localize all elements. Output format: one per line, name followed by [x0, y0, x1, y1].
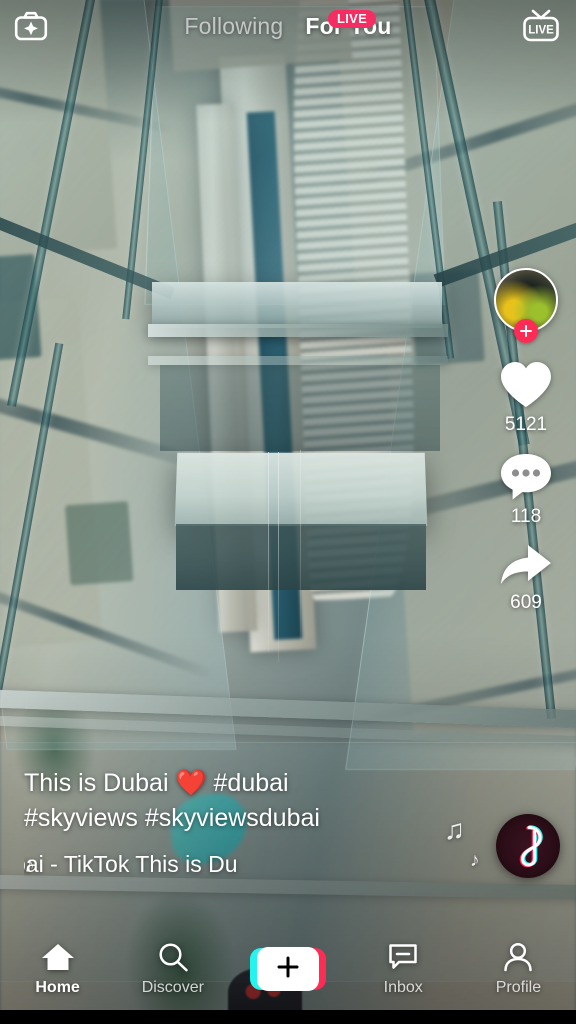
caption-block: This is Dubai ❤️ #dubai #skyviews #skyvi…: [24, 766, 424, 878]
bottom-nav: Home Discover Inbox Profile: [0, 928, 576, 1010]
like-button[interactable]: 5121: [498, 358, 554, 436]
nav-item-inbox[interactable]: Inbox: [346, 942, 461, 997]
creator-avatar-button[interactable]: [494, 268, 558, 343]
top-bar: Following For You LIVE LIVE: [0, 0, 576, 52]
comment-button[interactable]: 118: [499, 450, 553, 528]
share-count: 609: [510, 592, 542, 613]
nav-label-profile: Profile: [495, 978, 542, 996]
heart-icon[interactable]: [498, 358, 554, 410]
nav-item-profile[interactable]: Profile: [461, 942, 576, 997]
caption-line-2[interactable]: #skyviews #skyviewsdubai: [24, 801, 424, 836]
nav-label-discover: Discover: [141, 978, 204, 996]
music-title-marquee: bai - TikTok This is Du: [24, 851, 238, 877]
person-icon[interactable]: [502, 942, 534, 972]
share-button[interactable]: 609: [498, 542, 554, 614]
music-disc[interactable]: ♫ ♪: [444, 814, 560, 878]
follow-plus-badge[interactable]: [514, 319, 538, 343]
music-marquee-row[interactable]: ♪ bai - TikTok This is Du: [24, 851, 384, 878]
nav-label-home: Home: [35, 978, 80, 996]
nav-item-create[interactable]: [230, 947, 345, 991]
nav-item-home[interactable]: Home: [0, 942, 115, 997]
system-bottom-bar: [0, 1010, 576, 1024]
comment-icon[interactable]: [499, 450, 553, 502]
nav-label-inbox: Inbox: [383, 978, 423, 996]
live-tv-icon[interactable]: LIVE: [520, 8, 562, 44]
feed-tabs: Following For You LIVE: [76, 9, 500, 40]
create-button[interactable]: [250, 947, 326, 991]
caption-line-1[interactable]: This is Dubai ❤️ #dubai: [24, 766, 424, 801]
tab-following[interactable]: Following: [184, 13, 283, 40]
tiktok-feed-screen: Following For You LIVE LIVE: [0, 0, 576, 1024]
svg-text:LIVE: LIVE: [528, 25, 554, 37]
nav-item-discover[interactable]: Discover: [115, 942, 230, 997]
floating-music-note-2: ♪: [470, 850, 480, 871]
home-icon[interactable]: [41, 942, 75, 972]
plus-icon[interactable]: [276, 955, 300, 984]
like-count: 5121: [504, 414, 548, 435]
share-icon[interactable]: [498, 542, 554, 588]
search-icon[interactable]: [157, 942, 189, 972]
inbox-icon[interactable]: [387, 942, 419, 972]
comment-count: 118: [510, 506, 542, 527]
camera-sparkle-icon[interactable]: [14, 11, 48, 41]
tiktok-note-logo[interactable]: [496, 814, 560, 878]
live-badge[interactable]: LIVE: [328, 9, 377, 28]
floating-music-note-1: ♫: [444, 814, 465, 845]
action-rail: 5121 118 609: [490, 268, 562, 628]
